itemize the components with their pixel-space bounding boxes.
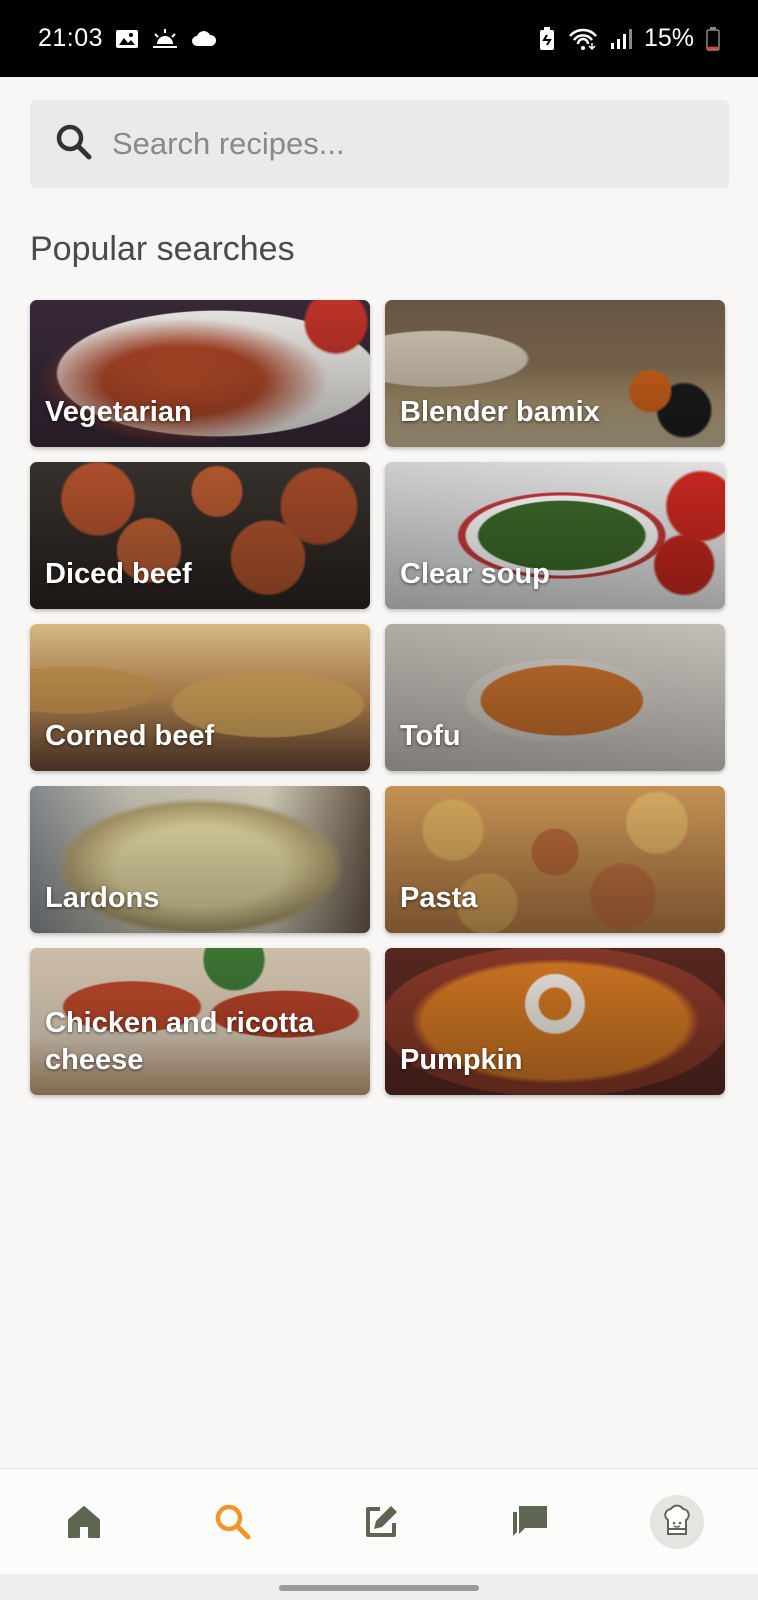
cloud-icon bbox=[191, 30, 217, 48]
popular-tile-tofu[interactable]: Tofu bbox=[385, 624, 725, 771]
bottom-nav bbox=[0, 1468, 758, 1574]
popular-tile-clear-soup[interactable]: Clear soup bbox=[385, 462, 725, 609]
nav-home-button[interactable] bbox=[56, 1494, 112, 1550]
signal-icon bbox=[610, 28, 632, 50]
section-title-popular-searches: Popular searches bbox=[30, 230, 295, 268]
nav-create-recipe-button[interactable] bbox=[353, 1494, 409, 1550]
gesture-area bbox=[0, 1574, 758, 1600]
nav-chat-button[interactable] bbox=[502, 1494, 558, 1550]
chat-icon bbox=[512, 1505, 547, 1536]
tile-label: Pumpkin bbox=[400, 1044, 523, 1076]
battery-saver-icon bbox=[538, 26, 556, 51]
home-gesture-bar[interactable] bbox=[279, 1585, 479, 1591]
tile-label: Lardons bbox=[45, 882, 160, 914]
nav-profile-button[interactable] bbox=[650, 1494, 704, 1549]
tile-label: Pasta bbox=[400, 882, 478, 914]
tile-label: Tofu bbox=[400, 720, 461, 752]
search-input[interactable] bbox=[112, 126, 672, 162]
home-icon bbox=[68, 1505, 100, 1538]
popular-tile-diced-beef[interactable]: Diced beef bbox=[30, 462, 370, 609]
tile-label: Diced beef bbox=[45, 558, 192, 590]
search-bar[interactable] bbox=[30, 100, 729, 188]
popular-tile-corned-beef[interactable]: Corned beef bbox=[30, 624, 370, 771]
popular-tile-chicken-and-ricotta-cheese[interactable]: Chicken and ricotta cheese bbox=[30, 948, 370, 1095]
tile-label: Chicken and ricotta cheese bbox=[45, 1007, 315, 1076]
nav-search-button[interactable] bbox=[205, 1494, 261, 1550]
tile-label: Vegetarian bbox=[45, 396, 192, 428]
battery-icon bbox=[706, 26, 720, 51]
status-left: 21:03 bbox=[38, 24, 217, 53]
popular-tile-blender-bamix[interactable]: Blender bamix bbox=[385, 300, 725, 447]
status-time: 21:03 bbox=[38, 24, 104, 52]
tile-label: Clear soup bbox=[400, 558, 550, 590]
edit-icon bbox=[366, 1505, 397, 1537]
tile-label: Corned beef bbox=[45, 720, 215, 752]
search-icon bbox=[54, 122, 94, 167]
popular-tile-pumpkin[interactable]: Pumpkin bbox=[385, 948, 725, 1095]
popular-tile-lardons[interactable]: Lardons bbox=[30, 786, 370, 933]
tile-label: Blender bamix bbox=[400, 396, 600, 428]
search-icon bbox=[215, 1504, 250, 1539]
status-bar: 21:03 15% bbox=[0, 0, 758, 77]
status-right: 15% bbox=[538, 24, 720, 53]
gallery-icon bbox=[115, 28, 139, 50]
popular-searches-grid: Vegetarian Blender bamix Diced beef Clea… bbox=[30, 300, 730, 1095]
battery-percent: 15% bbox=[643, 24, 694, 52]
wifi-icon bbox=[568, 27, 598, 51]
sunrise-icon bbox=[151, 28, 179, 50]
chef-avatar-icon bbox=[664, 1504, 690, 1535]
popular-tile-pasta[interactable]: Pasta bbox=[385, 786, 725, 933]
popular-tile-vegetarian[interactable]: Vegetarian bbox=[30, 300, 370, 447]
